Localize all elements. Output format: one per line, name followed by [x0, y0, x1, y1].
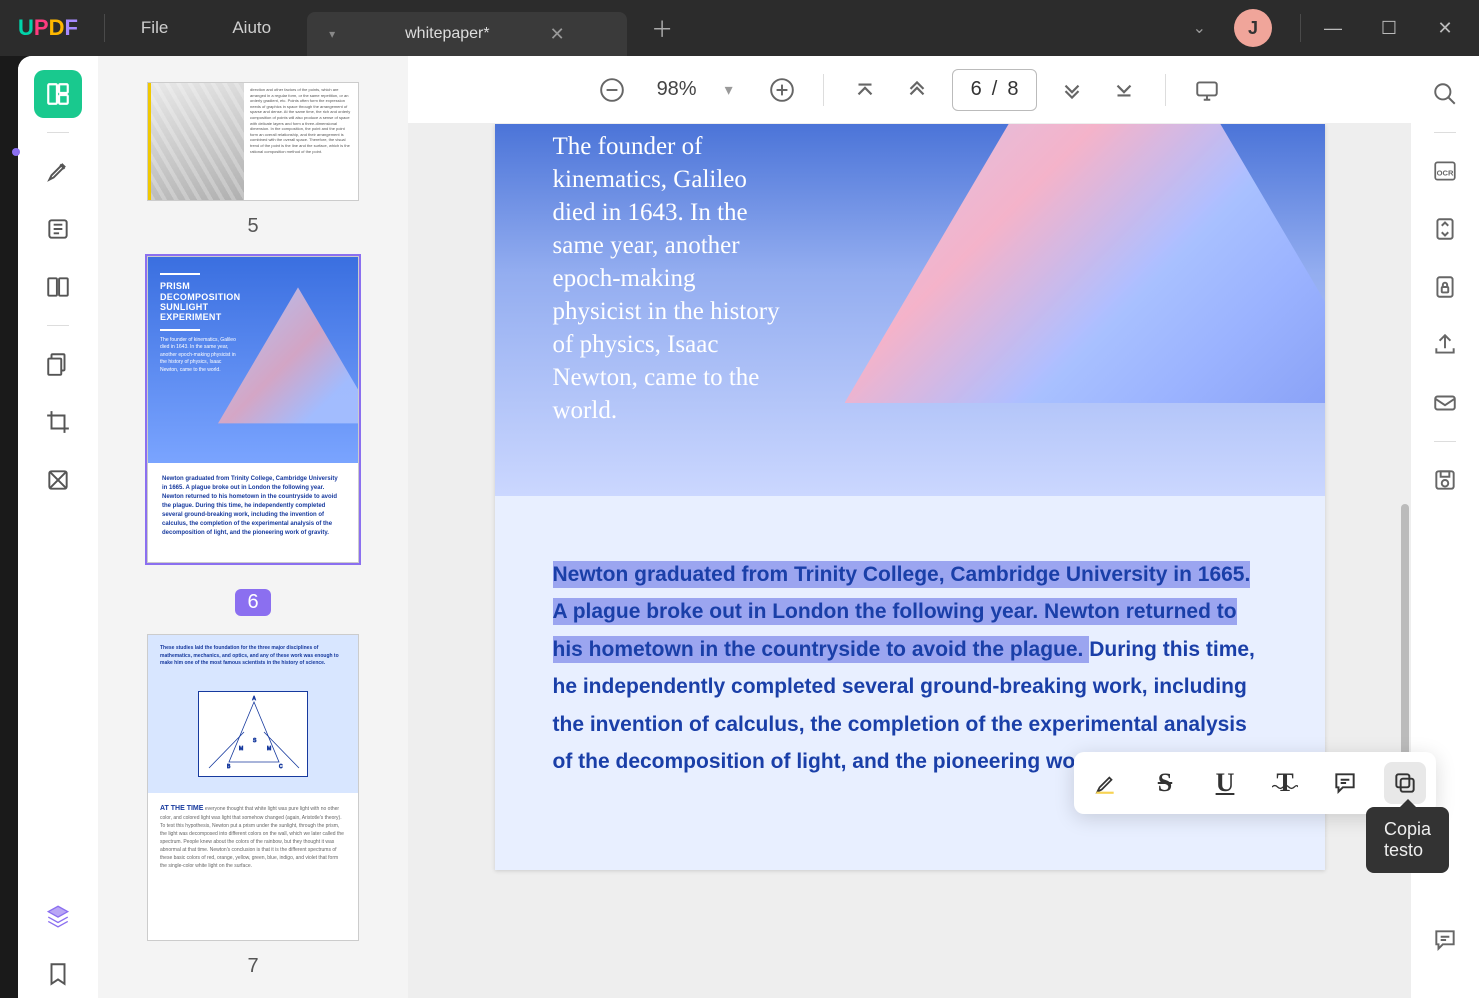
window-minimize-icon[interactable]: — — [1309, 18, 1357, 39]
highlight-tool-button[interactable] — [34, 147, 82, 195]
notification-dot — [12, 148, 20, 156]
squiggly-underline-button[interactable]: T — [1264, 762, 1306, 804]
thumbnails-panel-button[interactable] — [34, 70, 82, 118]
hero-text[interactable]: The founder of kinematics, Galileo died … — [553, 130, 783, 427]
thumbnail-label: 5 — [247, 215, 258, 238]
app-body: direction and other factors of the point… — [18, 56, 1479, 998]
tabs-overflow-icon[interactable]: ⌄ — [1193, 18, 1206, 38]
thumbnail-label-selected: 6 — [235, 589, 270, 616]
separator — [47, 325, 69, 326]
menu-help[interactable]: Aiuto — [204, 18, 299, 38]
bookmark-button[interactable] — [34, 950, 82, 998]
zoom-level: 98% — [657, 78, 697, 101]
left-tool-rail — [18, 56, 98, 998]
first-page-button[interactable] — [848, 73, 882, 107]
window-close-icon[interactable]: ✕ — [1421, 18, 1469, 39]
layers-button[interactable] — [34, 892, 82, 940]
document-scroll[interactable]: The founder of kinematics, Galileo died … — [408, 124, 1411, 998]
zoom-out-button[interactable] — [595, 73, 629, 107]
tab-title: whitepaper* — [405, 25, 490, 43]
view-toolbar: 98% ▾ 6 / 8 — [408, 56, 1411, 124]
copy-text-button[interactable] — [1384, 762, 1426, 804]
separator — [104, 14, 105, 42]
next-page-button[interactable] — [1055, 73, 1089, 107]
ocr-button[interactable]: OCR — [1425, 151, 1465, 191]
svg-text:B: B — [227, 764, 231, 770]
page-current: 6 — [971, 78, 982, 101]
search-button[interactable] — [1425, 74, 1465, 114]
app-logo: UPDF — [18, 15, 78, 41]
presentation-button[interactable] — [1190, 73, 1224, 107]
separator — [47, 132, 69, 133]
tooltip: Copia testo — [1366, 807, 1449, 873]
svg-text:M: M — [267, 746, 271, 752]
tab-dropdown-icon[interactable]: ▾ — [329, 27, 335, 41]
main-view: 98% ▾ 6 / 8 The f — [408, 56, 1411, 998]
redact-tool-button[interactable] — [34, 456, 82, 504]
save-button[interactable] — [1425, 460, 1465, 500]
page-thumbnail-5[interactable]: direction and other factors of the point… — [147, 82, 359, 201]
svg-text:C: C — [279, 764, 283, 770]
crop-tool-button[interactable] — [34, 398, 82, 446]
user-avatar[interactable]: J — [1234, 9, 1272, 47]
highlight-button[interactable] — [1084, 762, 1126, 804]
titlebar: UPDF File Aiuto ▾ whitepaper* ✕ ＋ ⌄ J — … — [0, 0, 1479, 56]
page-hero: The founder of kinematics, Galileo died … — [495, 124, 1325, 496]
separator — [1434, 132, 1456, 133]
document-tab[interactable]: ▾ whitepaper* ✕ — [307, 12, 627, 56]
annotate-tool-button[interactable] — [34, 205, 82, 253]
svg-text:S: S — [253, 738, 257, 744]
prism-image — [845, 124, 1325, 484]
page-total: 8 — [1007, 78, 1018, 101]
comment-button[interactable] — [1324, 762, 1366, 804]
separator — [1434, 441, 1456, 442]
organize-pages-button[interactable] — [34, 340, 82, 388]
separator — [1300, 14, 1301, 42]
svg-text:A: A — [252, 696, 256, 702]
reading-mode-button[interactable] — [34, 263, 82, 311]
thumbnail-label: 7 — [247, 955, 258, 978]
zoom-dropdown-icon[interactable]: ▾ — [725, 80, 733, 100]
page-indicator[interactable]: 6 / 8 — [952, 69, 1038, 111]
page-body-text[interactable]: Newton graduated from Trinity College, C… — [495, 496, 1325, 870]
page-thumbnail-7[interactable]: These studies laid the foundation for th… — [147, 634, 359, 941]
prev-page-button[interactable] — [900, 73, 934, 107]
selection-toolbar: S U T — [1074, 752, 1436, 814]
email-button[interactable] — [1425, 383, 1465, 423]
comments-panel-button[interactable] — [1425, 920, 1465, 960]
page-thumbnail-6[interactable]: PRISM DECOMPOSITION SUNLIGHT EXPERIMENT … — [147, 256, 359, 563]
share-button[interactable] — [1425, 325, 1465, 365]
thumbnails-panel: direction and other factors of the point… — [98, 56, 408, 998]
underline-button[interactable]: U — [1204, 762, 1246, 804]
diagram-icon: A B C S M M — [198, 691, 308, 777]
strikethrough-button[interactable]: S — [1144, 762, 1186, 804]
svg-text:OCR: OCR — [1437, 168, 1454, 177]
last-page-button[interactable] — [1107, 73, 1141, 107]
protect-button[interactable] — [1425, 267, 1465, 307]
add-tab-button[interactable]: ＋ — [651, 12, 673, 44]
svg-text:M: M — [239, 746, 243, 752]
convert-button[interactable] — [1425, 209, 1465, 249]
menu-file[interactable]: File — [113, 18, 196, 38]
zoom-in-button[interactable] — [765, 73, 799, 107]
tab-close-icon[interactable]: ✕ — [550, 24, 565, 45]
window-maximize-icon[interactable]: ☐ — [1365, 18, 1413, 39]
separator — [1165, 74, 1166, 106]
separator — [823, 74, 824, 106]
